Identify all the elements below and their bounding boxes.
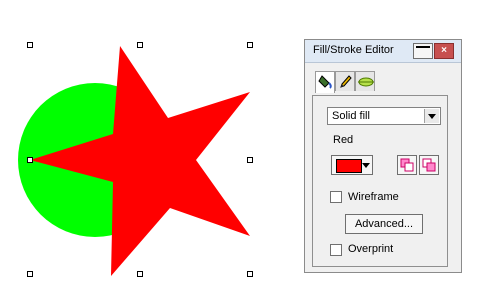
- stroke-style-icon: [358, 77, 374, 87]
- selection-handle-top-left[interactable]: [27, 42, 33, 48]
- close-button[interactable]: ×: [434, 43, 454, 59]
- advanced-button[interactable]: Advanced...: [345, 214, 423, 234]
- selection-handle-middle-right[interactable]: [247, 157, 253, 163]
- red-star-shape[interactable]: [30, 46, 250, 276]
- minimize-icon: [416, 46, 430, 48]
- fill-type-dropdown[interactable]: Solid fill: [327, 107, 441, 125]
- color-picker-button[interactable]: [331, 155, 373, 175]
- fill-type-value: Solid fill: [332, 110, 370, 122]
- tab-fill[interactable]: [315, 71, 335, 93]
- overlap-squares-icon: [400, 158, 414, 172]
- fill-mode-button-2[interactable]: [419, 155, 439, 175]
- fill-mode-button-1[interactable]: [397, 155, 417, 175]
- selection-handle-bottom-middle[interactable]: [137, 271, 143, 277]
- tab-stroke[interactable]: [335, 71, 355, 91]
- panel-titlebar[interactable]: Fill/Stroke Editor ×: [305, 40, 461, 63]
- overprint-checkbox[interactable]: [330, 244, 342, 256]
- fill-stroke-editor-panel: Fill/Stroke Editor × Solid fill Red Wire…: [304, 39, 462, 273]
- selection-handle-bottom-left[interactable]: [27, 271, 33, 277]
- wireframe-checkbox[interactable]: [330, 191, 342, 203]
- minimize-button[interactable]: [413, 43, 433, 59]
- fill-bucket-icon: [318, 75, 332, 89]
- chevron-down-icon[interactable]: [424, 109, 439, 123]
- overprint-label[interactable]: Overprint: [348, 243, 393, 255]
- overlap-squares-alt-icon: [422, 158, 436, 172]
- selection-handle-top-right[interactable]: [247, 42, 253, 48]
- wireframe-label[interactable]: Wireframe: [348, 191, 399, 203]
- color-swatch: [336, 159, 362, 173]
- dropdown-arrow-icon: [362, 163, 370, 168]
- selection-handle-bottom-right[interactable]: [247, 271, 253, 277]
- pencil-icon: [340, 75, 352, 88]
- tab-stroke-style[interactable]: [355, 71, 375, 91]
- selection-handle-middle-left[interactable]: [27, 157, 33, 163]
- color-name-label: Red: [333, 134, 354, 146]
- selection-handle-top-middle[interactable]: [137, 42, 143, 48]
- panel-title: Fill/Stroke Editor: [313, 44, 394, 56]
